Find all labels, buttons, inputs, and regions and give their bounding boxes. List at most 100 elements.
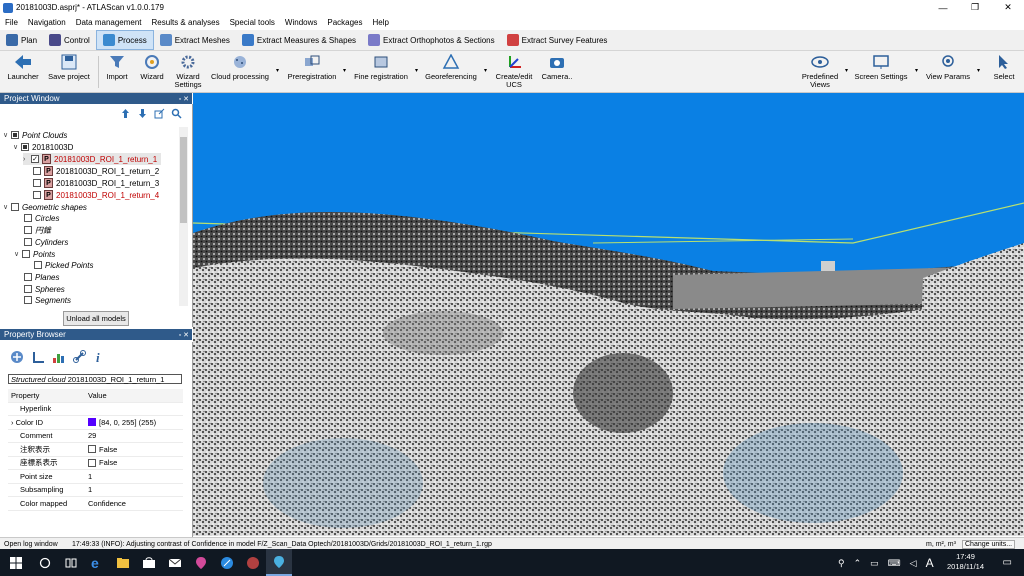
tree-point-clouds[interactable]: ∨ Point Clouds: [3, 129, 67, 141]
tree-cones[interactable]: 円錐: [24, 224, 51, 236]
scrollbar-thumb[interactable]: [180, 137, 187, 223]
checkbox[interactable]: [24, 238, 32, 246]
chevron-down-icon[interactable]: ∨: [14, 250, 22, 258]
tree-cloud-item[interactable]: › ✓ P 20181003D_ROI_1_return_1: [23, 153, 162, 165]
checkbox[interactable]: [33, 167, 41, 175]
mail-icon[interactable]: [162, 549, 188, 576]
camera-button[interactable]: Camera..: [540, 53, 574, 81]
chevron-down-icon[interactable]: ▾: [276, 67, 279, 75]
network-icon[interactable]: ▭: [870, 558, 879, 569]
create-edit-ucs-button[interactable]: Create/edit UCS: [493, 53, 535, 89]
tree-segments[interactable]: Segments: [24, 294, 71, 306]
store-icon[interactable]: [136, 549, 162, 576]
select-button[interactable]: Select: [990, 53, 1018, 81]
menu-packages[interactable]: Packages: [322, 18, 367, 27]
checkbox[interactable]: [88, 445, 96, 454]
task-view-icon[interactable]: [58, 549, 84, 576]
keyboard-icon[interactable]: ⌨: [888, 558, 901, 569]
chevron-down-icon[interactable]: ▾: [484, 67, 487, 75]
search-icon[interactable]: [171, 108, 182, 119]
taskbar-clock[interactable]: 17:49 2018/11/14: [947, 552, 984, 572]
tree-planes[interactable]: Planes: [24, 271, 59, 283]
tree-scrollbar[interactable]: [179, 127, 188, 306]
property-row-color-id[interactable]: › Color ID [84, 0, 255] (255): [8, 416, 183, 430]
tree-cloud-item[interactable]: P 20181003D_ROI_1_return_3: [33, 177, 159, 189]
file-explorer-icon[interactable]: [110, 549, 136, 576]
chevron-down-icon[interactable]: ▾: [977, 67, 980, 75]
property-row-color-mapped[interactable]: Color mapped Confidence: [8, 497, 183, 511]
upload-icon[interactable]: [120, 108, 131, 119]
checkbox[interactable]: [24, 296, 32, 304]
checkbox[interactable]: [88, 458, 96, 467]
menu-special-tools[interactable]: Special tools: [225, 18, 280, 27]
unload-all-models-button[interactable]: Unload all models: [63, 311, 129, 326]
menu-data-management[interactable]: Data management: [71, 18, 147, 27]
volume-icon[interactable]: ◁: [910, 558, 917, 569]
search-icon[interactable]: [32, 549, 58, 576]
close-button[interactable]: ✕: [992, 0, 1024, 15]
property-row-hyperlink[interactable]: Hyperlink: [8, 403, 183, 416]
chevron-down-icon[interactable]: ▾: [845, 67, 848, 75]
save-project-button[interactable]: Save project: [45, 53, 93, 81]
checkbox[interactable]: [33, 191, 41, 199]
tab-plan[interactable]: Plan: [0, 31, 43, 49]
menu-navigation[interactable]: Navigation: [23, 18, 71, 27]
download-icon[interactable]: [137, 108, 148, 119]
checkbox[interactable]: [24, 214, 32, 222]
checkbox[interactable]: ✓: [31, 155, 39, 163]
maps-app-icon[interactable]: [188, 549, 214, 576]
tree-cloud-item[interactable]: P 20181003D_ROI_1_return_4: [33, 189, 159, 201]
tab-extract-survey[interactable]: Extract Survey Features: [501, 31, 614, 49]
chevron-down-icon[interactable]: ▾: [915, 67, 918, 75]
link-icon[interactable]: [73, 350, 87, 364]
point-cloud-render[interactable]: [193, 93, 1024, 536]
tab-extract-measures[interactable]: Extract Measures & Shapes: [236, 31, 362, 49]
georeferencing-button[interactable]: Georeferencing ▾: [423, 53, 487, 81]
chevron-up-icon[interactable]: ⌃: [854, 558, 862, 569]
tab-process[interactable]: Process: [95, 30, 154, 50]
tree-cloud-item[interactable]: P 20181003D_ROI_1_return_2: [33, 165, 159, 177]
change-units-button[interactable]: Change units...: [962, 539, 1016, 549]
launcher-button[interactable]: Launcher: [5, 53, 41, 81]
add-icon[interactable]: [10, 350, 24, 364]
property-row-annotation-display[interactable]: 注釈表示 False: [8, 443, 183, 457]
checkbox[interactable]: [21, 143, 29, 151]
chevron-down-icon[interactable]: ∨: [3, 203, 11, 211]
fine-registration-button[interactable]: Fine registration ▾: [352, 53, 418, 81]
ruler-icon[interactable]: [31, 350, 45, 364]
people-icon[interactable]: ⚲: [838, 558, 845, 569]
atlascan-taskbar-icon[interactable]: [266, 549, 292, 576]
tree-group[interactable]: ∨ 20181003D: [13, 141, 73, 153]
chart-icon[interactable]: [52, 350, 66, 364]
view-params-button[interactable]: View Params ▾: [924, 53, 980, 81]
import-button[interactable]: Import: [104, 53, 130, 81]
checkbox[interactable]: [11, 131, 19, 139]
tree-cylinders[interactable]: Cylinders: [24, 236, 68, 248]
export-icon[interactable]: [154, 108, 165, 119]
panel-close-icon[interactable]: ▫ ✕: [179, 95, 189, 103]
menu-results-analyses[interactable]: Results & analyses: [147, 18, 225, 27]
chevron-right-icon[interactable]: ›: [23, 156, 31, 163]
open-log-window-link[interactable]: Open log window: [4, 541, 72, 548]
menu-file[interactable]: File: [0, 18, 23, 27]
point-cloud-viewport[interactable]: [193, 93, 1024, 536]
menu-help[interactable]: Help: [368, 18, 394, 27]
tab-control[interactable]: Control: [43, 31, 96, 49]
cloud-processing-button[interactable]: Cloud processing ▾: [209, 53, 279, 81]
safari-icon[interactable]: [214, 549, 240, 576]
tree-picked-points[interactable]: Picked Points: [34, 259, 93, 271]
checkbox[interactable]: [11, 203, 19, 211]
tab-extract-meshes[interactable]: Extract Meshes: [154, 31, 236, 49]
chevron-down-icon[interactable]: ∨: [3, 131, 11, 139]
minimize-button[interactable]: —: [927, 0, 959, 15]
property-row-coordinate-display[interactable]: 座標系表示 False: [8, 457, 183, 470]
app-icon[interactable]: [240, 549, 266, 576]
ime-indicator[interactable]: A: [926, 556, 934, 570]
wizard-button[interactable]: Wizard: [138, 53, 166, 81]
property-row-point-size[interactable]: Point size 1: [8, 470, 183, 484]
checkbox[interactable]: [24, 226, 32, 234]
checkbox[interactable]: [22, 250, 30, 258]
checkbox[interactable]: [34, 261, 42, 269]
predefined-views-button[interactable]: Predefined Views ▾: [800, 53, 848, 89]
menu-windows[interactable]: Windows: [280, 18, 322, 27]
